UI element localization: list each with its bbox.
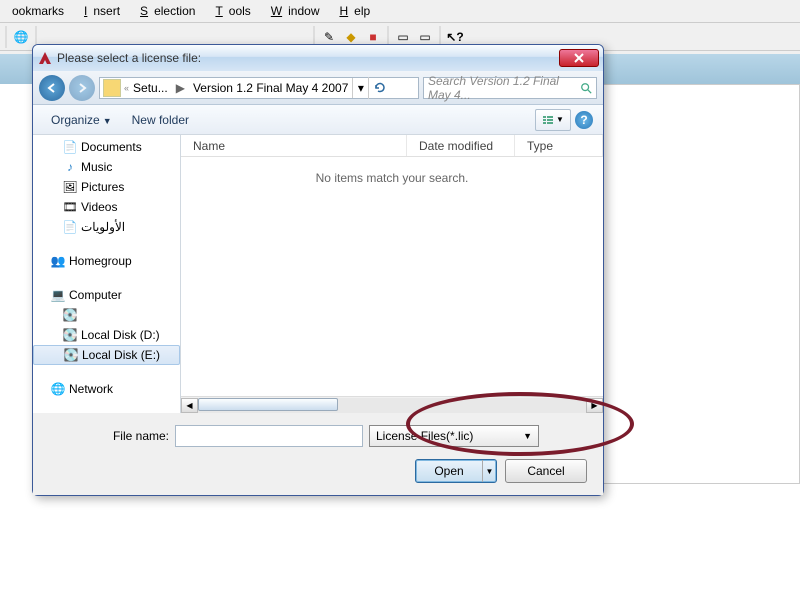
horizontal-scrollbar[interactable]: ◀ ▶ <box>181 396 603 413</box>
help-icon: ? <box>580 113 587 127</box>
file-icon: 📄 <box>63 220 77 234</box>
drive-icon: 💽 <box>63 328 77 342</box>
app-icon <box>37 50 53 66</box>
tree-homegroup[interactable]: 👥Homegroup <box>33 251 180 271</box>
network-icon: 🌐 <box>51 382 65 396</box>
tree-local-disk-d[interactable]: 💽Local Disk (D:) <box>33 325 180 345</box>
menu-window[interactable]: Window <box>265 2 332 20</box>
computer-icon: 💻 <box>51 288 65 302</box>
column-headers: Name Date modified Type <box>181 135 603 157</box>
column-type[interactable]: Type <box>515 135 603 156</box>
filename-input[interactable] <box>175 425 363 447</box>
menu-insert[interactable]: Insert <box>78 2 132 20</box>
scroll-thumb[interactable] <box>198 398 338 411</box>
nav-bar: « Setu... ▶ Version 1.2 Final May 4 2007… <box>33 71 603 105</box>
tree-pictures[interactable]: 🖼Pictures <box>33 177 180 197</box>
drive-icon: 💽 <box>63 308 77 322</box>
menu-bookmarks[interactable]: ookmarks <box>0 2 76 20</box>
new-folder-button[interactable]: New folder <box>124 109 197 131</box>
forward-button[interactable] <box>69 75 95 101</box>
app-menubar: ookmarks Insert Selection Tools Window H… <box>0 0 800 23</box>
command-bar: Organize▼ New folder ▼ ? <box>33 105 603 135</box>
filename-label: File name: <box>49 429 169 443</box>
tree-documents[interactable]: 📄Documents <box>33 137 180 157</box>
view-button[interactable]: ▼ <box>535 109 571 131</box>
open-button[interactable]: Open ▼ <box>415 459 497 483</box>
tree-local-disk-e[interactable]: 💽Local Disk (E:) <box>33 345 180 365</box>
folder-icon <box>103 79 121 97</box>
search-input[interactable]: Search Version 1.2 Final May 4... <box>423 77 597 99</box>
file-list-area: Name Date modified Type No items match y… <box>181 135 603 413</box>
filetype-combo[interactable]: License Files(*.lic) ▼ <box>369 425 539 447</box>
tree-videos[interactable]: 🎞Videos <box>33 197 180 217</box>
tree-local-disk-c[interactable]: 💽 <box>33 305 180 325</box>
tree-music[interactable]: ♪Music <box>33 157 180 177</box>
dialog-titlebar[interactable]: Please select a license file: <box>33 45 603 71</box>
refresh-button[interactable] <box>368 77 390 99</box>
cancel-button[interactable]: Cancel <box>505 459 587 483</box>
toolbar-globe-icon[interactable]: 🌐 <box>11 27 31 47</box>
empty-message: No items match your search. <box>181 157 603 199</box>
tree-computer[interactable]: 💻Computer <box>33 285 180 305</box>
file-open-dialog: Please select a license file: « Setu... … <box>32 44 604 496</box>
dialog-title: Please select a license file: <box>57 51 559 65</box>
organize-button[interactable]: Organize▼ <box>43 109 120 131</box>
column-date[interactable]: Date modified <box>407 135 515 156</box>
breadcrumb-part[interactable]: Setu... <box>129 78 172 98</box>
breadcrumb-dropdown[interactable]: ▾ <box>352 78 368 98</box>
breadcrumb-part[interactable]: Version 1.2 Final May 4 2007 <box>189 78 352 98</box>
menu-selection[interactable]: Selection <box>134 2 207 20</box>
videos-icon: 🎞 <box>63 200 77 214</box>
homegroup-icon: 👥 <box>51 254 65 268</box>
drive-icon: 💽 <box>64 348 78 362</box>
refresh-icon <box>373 81 387 95</box>
search-icon <box>580 81 592 95</box>
close-button[interactable] <box>559 49 599 67</box>
back-button[interactable] <box>39 75 65 101</box>
close-icon <box>574 53 584 63</box>
arrow-right-icon <box>76 82 88 94</box>
pictures-icon: 🖼 <box>63 180 77 194</box>
chevron-down-icon: ▼ <box>523 431 532 441</box>
scroll-left-icon[interactable]: ◀ <box>181 398 198 413</box>
search-placeholder: Search Version 1.2 Final May 4... <box>428 74 580 102</box>
scroll-right-icon[interactable]: ▶ <box>586 398 603 413</box>
view-icon <box>542 114 554 126</box>
column-name[interactable]: Name <box>181 135 407 156</box>
open-split-arrow[interactable]: ▼ <box>482 460 496 482</box>
help-button[interactable]: ? <box>575 111 593 129</box>
chevron-right-icon[interactable]: ▶ <box>172 81 189 95</box>
dialog-bottom: File name: License Files(*.lic) ▼ Open ▼… <box>33 413 603 495</box>
menu-tools[interactable]: Tools <box>209 2 262 20</box>
documents-icon: 📄 <box>63 140 77 154</box>
nav-tree: 📄Documents ♪Music 🖼Pictures 🎞Videos 📄الأ… <box>33 135 181 413</box>
breadcrumb[interactable]: « Setu... ▶ Version 1.2 Final May 4 2007… <box>99 77 419 99</box>
arrow-left-icon <box>46 82 58 94</box>
music-icon: ♪ <box>63 160 77 174</box>
tree-arabic-folder[interactable]: 📄الأولويات <box>33 217 180 237</box>
tree-network[interactable]: 🌐Network <box>33 379 180 399</box>
menu-help[interactable]: Help <box>333 2 382 20</box>
